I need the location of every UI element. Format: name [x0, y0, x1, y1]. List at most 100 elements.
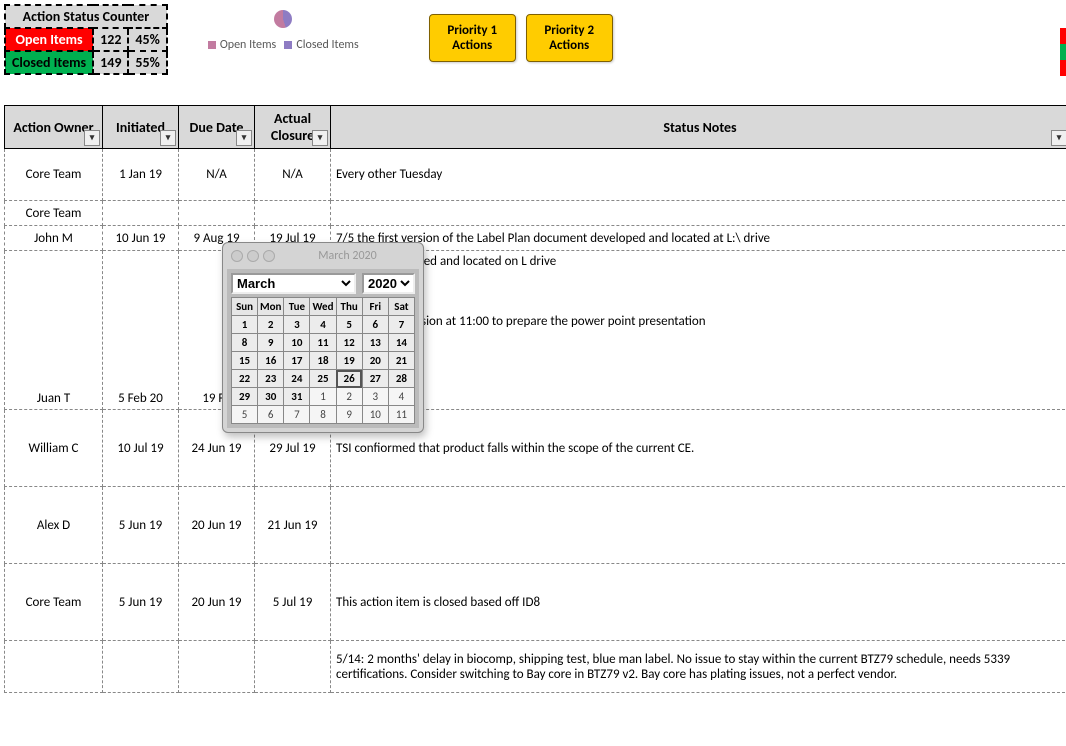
cal-day[interactable]: 3	[362, 388, 388, 406]
zoom-icon[interactable]	[263, 250, 275, 262]
cell-initiated[interactable]	[103, 201, 179, 226]
table-row[interactable]: William C10 Jul 1924 Jun 1929 Jul 19TSI …	[5, 410, 1066, 487]
cell-notes[interactable]: 5/14: 2 months' delay in biocomp, shippi…	[331, 641, 1066, 693]
month-select[interactable]: March	[231, 273, 356, 294]
col-notes[interactable]: Status Notes▾	[331, 106, 1066, 149]
window-controls[interactable]	[231, 250, 275, 262]
filter-arrow-icon[interactable]: ▾	[1051, 130, 1066, 146]
cell-closure[interactable]	[255, 641, 331, 693]
minimize-icon[interactable]	[247, 250, 259, 262]
cal-day[interactable]: 31	[284, 388, 310, 406]
calendar-popup[interactable]: March 2020 March 2020 SunMonTueWedThuFri…	[222, 242, 424, 433]
table-row[interactable]: 5/14: 2 months' delay in biocomp, shippi…	[5, 641, 1066, 693]
cell-initiated[interactable]: 5 Jun 19	[103, 487, 179, 564]
filter-arrow-icon[interactable]: ▾	[160, 130, 176, 146]
cell-notes[interactable]: Every other Tuesday	[331, 149, 1066, 201]
cal-day[interactable]: 16	[258, 352, 284, 370]
table-row[interactable]: Core Team	[5, 201, 1066, 226]
cell-due[interactable]: 20 Jun 19	[179, 487, 255, 564]
cal-day[interactable]: 9	[336, 406, 362, 424]
cal-day[interactable]: 10	[284, 334, 310, 352]
cell-due[interactable]	[179, 201, 255, 226]
cal-day[interactable]: 10	[362, 406, 388, 424]
table-row[interactable]: Juan T5 Feb 2019 Fe lule was developed a…	[5, 251, 1066, 410]
cal-day[interactable]: 7	[388, 316, 414, 334]
cell-owner[interactable]: Core Team	[5, 149, 103, 201]
cal-day[interactable]: 17	[284, 352, 310, 370]
cal-day[interactable]: 9	[258, 334, 284, 352]
col-due[interactable]: Due Date▾	[179, 106, 255, 149]
cal-day[interactable]: 8	[310, 406, 336, 424]
cal-day[interactable]: 3	[284, 316, 310, 334]
cal-day[interactable]: 8	[232, 334, 258, 352]
cal-day[interactable]: 2	[258, 316, 284, 334]
cal-day[interactable]: 20	[362, 352, 388, 370]
cell-owner[interactable]: John M	[5, 226, 103, 251]
cell-notes[interactable]: TSI confiormed that product falls within…	[331, 410, 1066, 487]
cell-owner[interactable]: William C	[5, 410, 103, 487]
year-select[interactable]: 2020	[362, 273, 415, 294]
cell-initiated[interactable]: 5 Feb 20	[103, 251, 179, 410]
cell-notes[interactable]	[331, 487, 1066, 564]
cal-day[interactable]: 13	[362, 334, 388, 352]
cal-day[interactable]: 19	[336, 352, 362, 370]
priority-1-button[interactable]: Priority 1 Actions	[429, 14, 516, 62]
cell-closure[interactable]: 21 Jun 19	[255, 487, 331, 564]
cell-notes[interactable]: 7/5 the first version of the Label Plan …	[331, 226, 1066, 251]
filter-arrow-icon[interactable]: ▾	[312, 130, 328, 146]
cal-day[interactable]: 23	[258, 370, 284, 388]
cal-day[interactable]: 12	[336, 334, 362, 352]
cal-day[interactable]: 7	[284, 406, 310, 424]
cell-closure[interactable]: 5 Jul 19	[255, 564, 331, 641]
cal-day[interactable]: 18	[310, 352, 336, 370]
cell-initiated[interactable]: 5 Jun 19	[103, 564, 179, 641]
cal-day[interactable]: 14	[388, 334, 414, 352]
col-closure[interactable]: Actual Closure▾	[255, 106, 331, 149]
cal-day[interactable]: 27	[362, 370, 388, 388]
cell-notes[interactable]: lule was developed and located on L driv…	[331, 251, 1066, 410]
cal-day[interactable]: 2	[336, 388, 362, 406]
close-icon[interactable]	[231, 250, 243, 262]
cell-notes[interactable]	[331, 201, 1066, 226]
table-row[interactable]: Alex D5 Jun 1920 Jun 1921 Jun 19	[5, 487, 1066, 564]
priority-2-button[interactable]: Priority 2 Actions	[526, 14, 613, 62]
cal-day[interactable]: 11	[388, 406, 414, 424]
cell-owner[interactable]: Core Team	[5, 201, 103, 226]
col-initiated[interactable]: Initiated▾	[103, 106, 179, 149]
cell-owner[interactable]	[5, 641, 103, 693]
cal-day[interactable]: 15	[232, 352, 258, 370]
cal-day[interactable]: 30	[258, 388, 284, 406]
cal-day[interactable]: 4	[388, 388, 414, 406]
calendar-grid[interactable]: SunMonTueWedThuFriSat 123456789101112131…	[231, 297, 415, 424]
cell-owner[interactable]: Alex D	[5, 487, 103, 564]
cell-initiated[interactable]: 10 Jun 19	[103, 226, 179, 251]
table-row[interactable]: John M10 Jun 199 Aug 1919 Jul 197/5 the …	[5, 226, 1066, 251]
cell-closure[interactable]	[255, 201, 331, 226]
cal-day[interactable]: 22	[232, 370, 258, 388]
cal-day[interactable]: 24	[284, 370, 310, 388]
cell-initiated[interactable]: 10 Jul 19	[103, 410, 179, 487]
cell-initiated[interactable]: 1 Jan 19	[103, 149, 179, 201]
cal-day[interactable]: 21	[388, 352, 414, 370]
cal-day[interactable]: 28	[388, 370, 414, 388]
cal-day[interactable]: 29	[232, 388, 258, 406]
cal-day[interactable]: 26	[336, 370, 362, 388]
cell-due[interactable]: 20 Jun 19	[179, 564, 255, 641]
cal-day[interactable]: 1	[232, 316, 258, 334]
cell-owner[interactable]: Juan T	[5, 251, 103, 410]
cal-day[interactable]: 6	[258, 406, 284, 424]
cell-owner[interactable]: Core Team	[5, 564, 103, 641]
cell-notes[interactable]: This action item is closed based off ID8	[331, 564, 1066, 641]
cal-day[interactable]: 1	[310, 388, 336, 406]
cell-due[interactable]: N/A	[179, 149, 255, 201]
cal-day[interactable]: 5	[232, 406, 258, 424]
cal-day[interactable]: 11	[310, 334, 336, 352]
cell-closure[interactable]: N/A	[255, 149, 331, 201]
cal-day[interactable]: 4	[310, 316, 336, 334]
cell-due[interactable]	[179, 641, 255, 693]
col-owner[interactable]: Action Owner▾	[5, 106, 103, 149]
cal-day[interactable]: 6	[362, 316, 388, 334]
cal-day[interactable]: 25	[310, 370, 336, 388]
cell-initiated[interactable]	[103, 641, 179, 693]
cal-day[interactable]: 5	[336, 316, 362, 334]
